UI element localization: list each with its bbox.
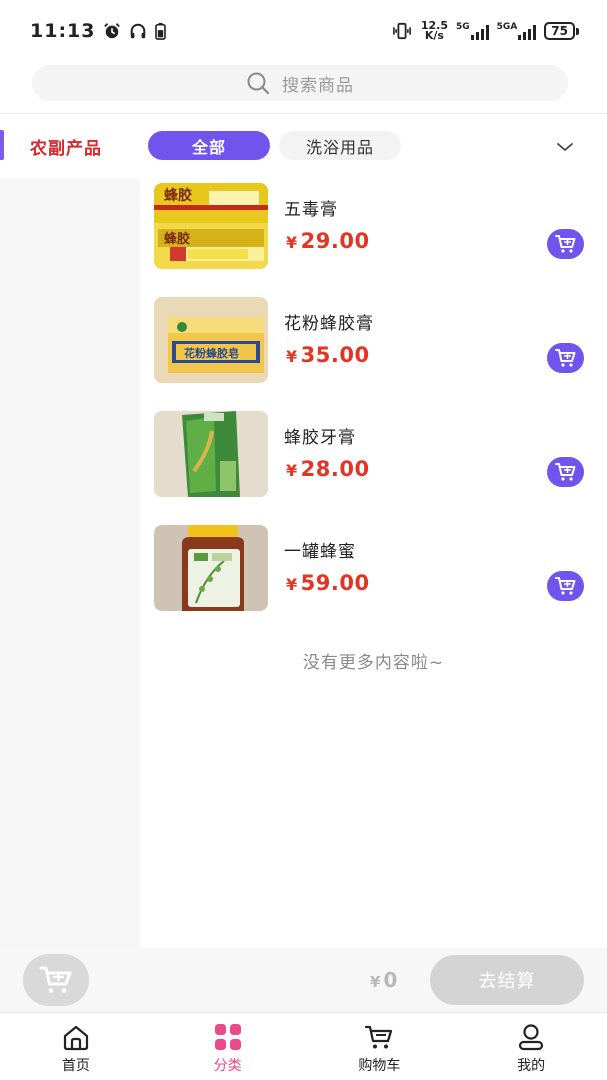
tab-bath-products[interactable]: 洗浴用品: [279, 131, 401, 160]
sidebar-item-label: 农副产品: [30, 138, 102, 159]
add-to-cart-button[interactable]: [547, 229, 584, 259]
cart-button[interactable]: [23, 954, 89, 1006]
status-time: 11:13: [30, 20, 96, 42]
chevron-down-icon[interactable]: [554, 136, 576, 158]
battery-icon: 75: [544, 22, 579, 40]
signal-2-label: 5GA: [496, 22, 518, 32]
cart-total-value: 0: [383, 968, 398, 992]
nav-category[interactable]: 分类: [152, 1013, 304, 1080]
price-value: 28.00: [300, 457, 370, 481]
price-value: 35.00: [300, 343, 370, 367]
battery-level: 75: [544, 22, 575, 40]
battery-small-icon: [155, 22, 167, 40]
product-item[interactable]: 蜂胶 蜂胶 五毒膏 ¥29.00: [154, 183, 594, 297]
propolis-ointment-image: 蜂胶 蜂胶: [154, 183, 268, 269]
product-name: 蜂胶牙膏: [284, 428, 356, 448]
add-to-cart-button[interactable]: [547, 457, 584, 487]
nav-home[interactable]: 首页: [0, 1013, 152, 1080]
svg-text:蜂胶: 蜂胶: [164, 231, 190, 247]
signal-bars-icon: [518, 24, 537, 40]
nav-cart[interactable]: 购物车: [304, 1013, 456, 1080]
currency: ¥: [370, 973, 381, 991]
price-value: 29.00: [300, 229, 370, 253]
cart-icon: [554, 463, 575, 481]
product-name: 一罐蜂蜜: [284, 542, 356, 562]
cart-icon: [554, 349, 575, 367]
status-left: 11:13: [30, 20, 167, 42]
add-to-cart-button[interactable]: [547, 571, 584, 601]
cart-icon: [554, 577, 575, 595]
sidebar-item-agricultural[interactable]: 农副产品: [0, 114, 140, 178]
cart-icon: [39, 966, 72, 993]
product-item[interactable]: 蜂胶牙膏 ¥28.00: [154, 411, 594, 525]
vibrate-icon: [392, 22, 411, 40]
nav-mine[interactable]: 我的: [455, 1013, 607, 1080]
product-item[interactable]: 一罐蜂蜜 ¥59.00: [154, 525, 594, 639]
search-icon: [247, 72, 270, 95]
headphones-icon: [131, 23, 146, 39]
subcategory-tabs: 全部 洗浴用品: [148, 131, 401, 160]
tab-all[interactable]: 全部: [148, 131, 270, 160]
active-indicator: [0, 130, 4, 160]
product-name: 五毒膏: [284, 200, 338, 220]
product-list: 蜂胶 蜂胶 五毒膏 ¥29.00 花粉蜂胶皂 花粉蜂胶膏 ¥ 35.00 蜂胶牙…: [154, 183, 594, 639]
checkout-button[interactable]: 去结算: [430, 955, 584, 1005]
product-price: ¥59.00: [286, 571, 370, 595]
net-speed-unit: K/s: [424, 29, 444, 42]
nav-label: 我的: [517, 1058, 546, 1074]
nav-label: 首页: [61, 1058, 90, 1074]
status-right: 12.5 K/s 5G 5GA 75: [391, 20, 579, 42]
propolis-toothpaste-image: [154, 411, 268, 497]
signal-1: 5G: [456, 22, 489, 40]
user-icon: [519, 1024, 544, 1051]
signal-bars-icon: [470, 24, 489, 40]
nav-label: 购物车: [358, 1058, 401, 1074]
currency: ¥: [286, 461, 298, 480]
svg-text:花粉蜂胶皂: 花粉蜂胶皂: [184, 346, 239, 360]
bottom-nav: 首页 分类 购物车 我的: [0, 1012, 607, 1080]
product-price: ¥29.00: [286, 229, 370, 253]
product-price: ¥35.00: [286, 343, 370, 367]
currency: ¥: [286, 575, 298, 594]
honey-jar-image: [154, 525, 268, 611]
list-end-text: 没有更多内容啦~: [302, 653, 445, 673]
home-icon: [63, 1025, 88, 1051]
currency: ¥: [286, 347, 298, 366]
nav-label: 分类: [213, 1058, 242, 1074]
cart-icon: [554, 235, 575, 253]
net-speed: 12.5 K/s: [421, 20, 448, 42]
svg-text:蜂胶: 蜂胶: [164, 187, 192, 204]
signal-2: 5GA: [497, 22, 537, 40]
alarm-icon: [104, 23, 121, 39]
product-price: ¥28.00: [286, 457, 370, 481]
product-item[interactable]: 花粉蜂胶皂 花粉蜂胶膏 ¥35.00: [154, 297, 594, 411]
price-value: 59.00: [300, 571, 370, 595]
add-to-cart-button[interactable]: [547, 343, 584, 373]
search-placeholder: 搜索商品: [282, 75, 354, 96]
cart-icon: [365, 1025, 393, 1049]
pollen-propolis-box-image: 花粉蜂胶皂: [154, 297, 268, 383]
currency: ¥: [286, 233, 298, 252]
product-name: 花粉蜂胶膏: [284, 314, 374, 334]
status-bar: 11:13 12.5 K/s 5G 5GA 75: [0, 0, 607, 62]
cart-total: ¥0: [370, 968, 397, 992]
cart-summary-bar: ¥0 去结算: [0, 948, 607, 1012]
category-icon: [214, 1024, 241, 1050]
signal-1-label: 5G: [456, 22, 470, 32]
category-sidebar: 农副产品: [0, 114, 140, 948]
search-input[interactable]: 搜索商品: [32, 65, 568, 101]
